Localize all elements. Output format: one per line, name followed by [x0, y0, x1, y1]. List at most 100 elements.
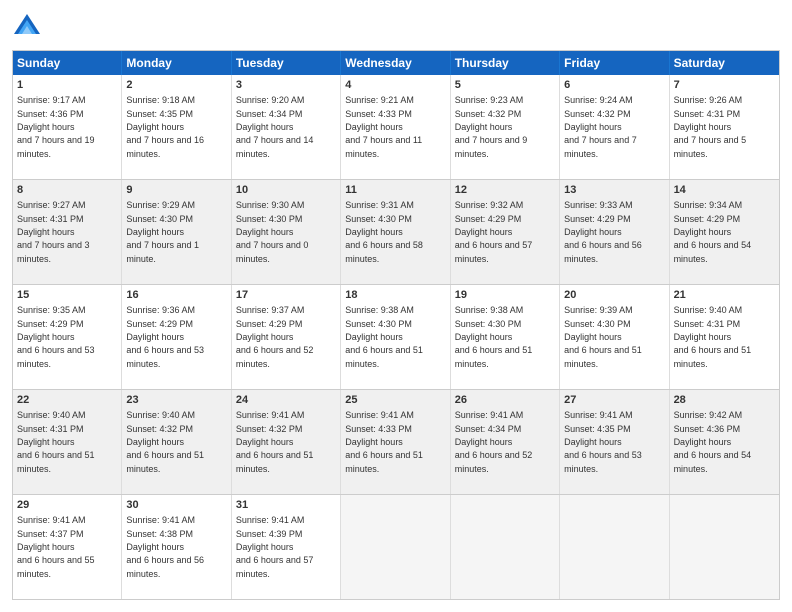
day-number: 19 [455, 288, 555, 303]
day-number: 9 [126, 183, 226, 198]
cell-info: Sunrise: 9:41 AMSunset: 4:39 PMDaylight … [236, 515, 314, 578]
cell-info: Sunrise: 9:38 AMSunset: 4:30 PMDaylight … [345, 305, 423, 368]
cell-5: 5 Sunrise: 9:23 AMSunset: 4:32 PMDayligh… [451, 75, 560, 179]
cell-empty [560, 495, 669, 599]
cell-info: Sunrise: 9:30 AMSunset: 4:30 PMDaylight … [236, 200, 309, 263]
cell-info: Sunrise: 9:41 AMSunset: 4:32 PMDaylight … [236, 410, 314, 473]
cell-info: Sunrise: 9:32 AMSunset: 4:29 PMDaylight … [455, 200, 533, 263]
cell-4: 4 Sunrise: 9:21 AMSunset: 4:33 PMDayligh… [341, 75, 450, 179]
cell-9: 9 Sunrise: 9:29 AMSunset: 4:30 PMDayligh… [122, 180, 231, 284]
day-number: 15 [17, 288, 117, 303]
cell-info: Sunrise: 9:23 AMSunset: 4:32 PMDaylight … [455, 95, 528, 158]
cell-info: Sunrise: 9:40 AMSunset: 4:32 PMDaylight … [126, 410, 204, 473]
week-row-5: 29 Sunrise: 9:41 AMSunset: 4:37 PMDaylig… [13, 494, 779, 599]
day-number: 24 [236, 393, 336, 408]
cell-info: Sunrise: 9:29 AMSunset: 4:30 PMDaylight … [126, 200, 199, 263]
day-number: 7 [674, 78, 775, 93]
cell-empty [341, 495, 450, 599]
cell-2: 2 Sunrise: 9:18 AMSunset: 4:35 PMDayligh… [122, 75, 231, 179]
cell-info: Sunrise: 9:31 AMSunset: 4:30 PMDaylight … [345, 200, 423, 263]
cell-28: 28 Sunrise: 9:42 AMSunset: 4:36 PMDaylig… [670, 390, 779, 494]
cell-31: 31 Sunrise: 9:41 AMSunset: 4:39 PMDaylig… [232, 495, 341, 599]
day-number: 23 [126, 393, 226, 408]
cell-info: Sunrise: 9:40 AMSunset: 4:31 PMDaylight … [674, 305, 752, 368]
day-number: 22 [17, 393, 117, 408]
cell-empty [670, 495, 779, 599]
cell-19: 19 Sunrise: 9:38 AMSunset: 4:30 PMDaylig… [451, 285, 560, 389]
day-number: 29 [17, 498, 117, 513]
cell-info: Sunrise: 9:20 AMSunset: 4:34 PMDaylight … [236, 95, 314, 158]
cell-info: Sunrise: 9:37 AMSunset: 4:29 PMDaylight … [236, 305, 314, 368]
cell-7: 7 Sunrise: 9:26 AMSunset: 4:31 PMDayligh… [670, 75, 779, 179]
header-sunday: Sunday [13, 51, 122, 75]
cell-info: Sunrise: 9:41 AMSunset: 4:34 PMDaylight … [455, 410, 533, 473]
header-friday: Friday [560, 51, 669, 75]
day-number: 31 [236, 498, 336, 513]
cell-22: 22 Sunrise: 9:40 AMSunset: 4:31 PMDaylig… [13, 390, 122, 494]
day-number: 8 [17, 183, 117, 198]
cell-info: Sunrise: 9:39 AMSunset: 4:30 PMDaylight … [564, 305, 642, 368]
cell-17: 17 Sunrise: 9:37 AMSunset: 4:29 PMDaylig… [232, 285, 341, 389]
day-number: 10 [236, 183, 336, 198]
header-wednesday: Wednesday [341, 51, 450, 75]
page: Sunday Monday Tuesday Wednesday Thursday… [0, 0, 792, 612]
cell-26: 26 Sunrise: 9:41 AMSunset: 4:34 PMDaylig… [451, 390, 560, 494]
day-number: 13 [564, 183, 664, 198]
logo-icon [12, 12, 42, 42]
cell-info: Sunrise: 9:33 AMSunset: 4:29 PMDaylight … [564, 200, 642, 263]
logo [12, 12, 46, 42]
cell-25: 25 Sunrise: 9:41 AMSunset: 4:33 PMDaylig… [341, 390, 450, 494]
day-number: 6 [564, 78, 664, 93]
day-number: 18 [345, 288, 445, 303]
cell-3: 3 Sunrise: 9:20 AMSunset: 4:34 PMDayligh… [232, 75, 341, 179]
cell-info: Sunrise: 9:41 AMSunset: 4:35 PMDaylight … [564, 410, 642, 473]
cell-20: 20 Sunrise: 9:39 AMSunset: 4:30 PMDaylig… [560, 285, 669, 389]
cell-18: 18 Sunrise: 9:38 AMSunset: 4:30 PMDaylig… [341, 285, 450, 389]
cell-info: Sunrise: 9:34 AMSunset: 4:29 PMDaylight … [674, 200, 752, 263]
week-row-3: 15 Sunrise: 9:35 AMSunset: 4:29 PMDaylig… [13, 284, 779, 389]
cell-info: Sunrise: 9:27 AMSunset: 4:31 PMDaylight … [17, 200, 90, 263]
cell-info: Sunrise: 9:21 AMSunset: 4:33 PMDaylight … [345, 95, 422, 158]
header-monday: Monday [122, 51, 231, 75]
calendar: Sunday Monday Tuesday Wednesday Thursday… [12, 50, 780, 600]
day-number: 27 [564, 393, 664, 408]
cell-10: 10 Sunrise: 9:30 AMSunset: 4:30 PMDaylig… [232, 180, 341, 284]
cell-info: Sunrise: 9:40 AMSunset: 4:31 PMDaylight … [17, 410, 95, 473]
day-number: 25 [345, 393, 445, 408]
cell-6: 6 Sunrise: 9:24 AMSunset: 4:32 PMDayligh… [560, 75, 669, 179]
day-number: 14 [674, 183, 775, 198]
header-tuesday: Tuesday [232, 51, 341, 75]
cell-11: 11 Sunrise: 9:31 AMSunset: 4:30 PMDaylig… [341, 180, 450, 284]
day-number: 20 [564, 288, 664, 303]
cell-info: Sunrise: 9:41 AMSunset: 4:37 PMDaylight … [17, 515, 95, 578]
day-number: 28 [674, 393, 775, 408]
cell-info: Sunrise: 9:41 AMSunset: 4:33 PMDaylight … [345, 410, 423, 473]
cell-13: 13 Sunrise: 9:33 AMSunset: 4:29 PMDaylig… [560, 180, 669, 284]
header-thursday: Thursday [451, 51, 560, 75]
cell-23: 23 Sunrise: 9:40 AMSunset: 4:32 PMDaylig… [122, 390, 231, 494]
cell-info: Sunrise: 9:42 AMSunset: 4:36 PMDaylight … [674, 410, 752, 473]
day-number: 26 [455, 393, 555, 408]
header [12, 12, 780, 42]
cell-24: 24 Sunrise: 9:41 AMSunset: 4:32 PMDaylig… [232, 390, 341, 494]
day-number: 16 [126, 288, 226, 303]
cell-empty [451, 495, 560, 599]
day-number: 1 [17, 78, 117, 93]
day-number: 12 [455, 183, 555, 198]
day-number: 17 [236, 288, 336, 303]
day-number: 30 [126, 498, 226, 513]
cell-info: Sunrise: 9:26 AMSunset: 4:31 PMDaylight … [674, 95, 747, 158]
cell-27: 27 Sunrise: 9:41 AMSunset: 4:35 PMDaylig… [560, 390, 669, 494]
cell-8: 8 Sunrise: 9:27 AMSunset: 4:31 PMDayligh… [13, 180, 122, 284]
week-row-4: 22 Sunrise: 9:40 AMSunset: 4:31 PMDaylig… [13, 389, 779, 494]
cell-16: 16 Sunrise: 9:36 AMSunset: 4:29 PMDaylig… [122, 285, 231, 389]
cell-21: 21 Sunrise: 9:40 AMSunset: 4:31 PMDaylig… [670, 285, 779, 389]
cell-info: Sunrise: 9:18 AMSunset: 4:35 PMDaylight … [126, 95, 204, 158]
cell-15: 15 Sunrise: 9:35 AMSunset: 4:29 PMDaylig… [13, 285, 122, 389]
cell-info: Sunrise: 9:41 AMSunset: 4:38 PMDaylight … [126, 515, 204, 578]
cell-info: Sunrise: 9:38 AMSunset: 4:30 PMDaylight … [455, 305, 533, 368]
day-number: 21 [674, 288, 775, 303]
cell-info: Sunrise: 9:35 AMSunset: 4:29 PMDaylight … [17, 305, 95, 368]
cell-14: 14 Sunrise: 9:34 AMSunset: 4:29 PMDaylig… [670, 180, 779, 284]
cell-1: 1 Sunrise: 9:17 AMSunset: 4:36 PMDayligh… [13, 75, 122, 179]
